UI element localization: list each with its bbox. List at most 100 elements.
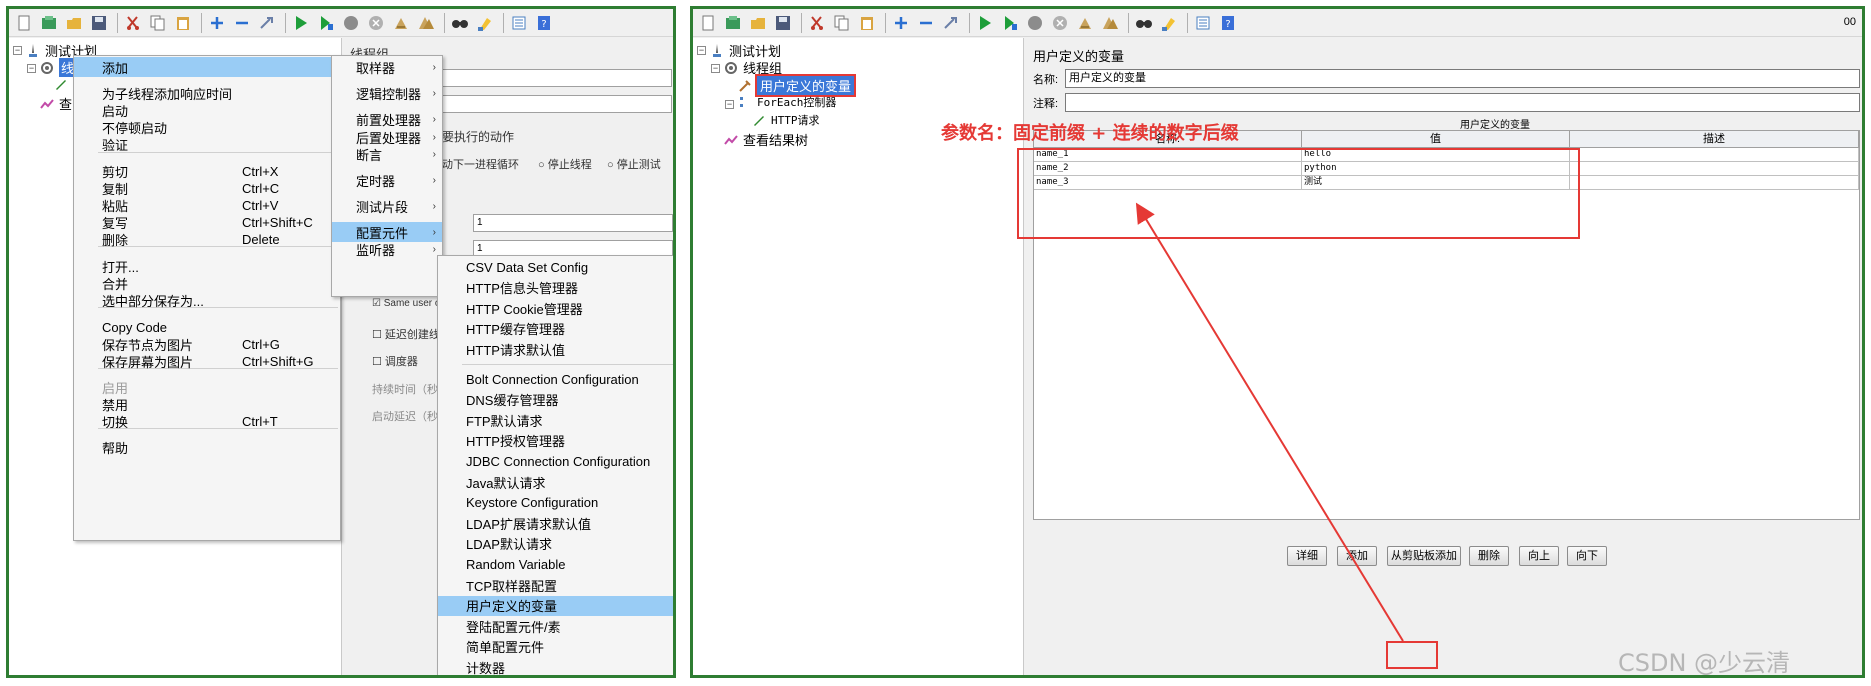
config-submenu-item[interactable]: FTP默认请求 — [438, 410, 673, 430]
add-submenu-item[interactable]: 前置处理器 › — [332, 109, 442, 129]
config-submenu-item[interactable]: HTTP信息头管理器 — [438, 278, 673, 298]
tree-node-view-results[interactable]: 查 — [39, 94, 72, 113]
radio-stop-thread[interactable]: ○ 停止线程 — [538, 156, 592, 172]
cut-icon[interactable] — [806, 12, 828, 34]
config-submenu-item[interactable]: TCP取样器配置 — [438, 575, 673, 595]
clear-icon[interactable] — [1074, 12, 1096, 34]
search-icon[interactable] — [449, 12, 471, 34]
add-submenu-item[interactable]: 取样器 › — [332, 57, 442, 77]
templates-icon[interactable] — [722, 12, 744, 34]
shutdown-icon[interactable] — [365, 12, 387, 34]
context-menu-item[interactable]: 验证 — [74, 134, 340, 154]
clear-all-icon[interactable] — [415, 12, 437, 34]
tree-node-child[interactable] — [53, 76, 73, 92]
shutdown-icon[interactable] — [1049, 12, 1071, 34]
config-submenu-item[interactable]: HTTP Cookie管理器 — [438, 298, 673, 318]
toggle-icon[interactable] — [940, 12, 962, 34]
comment-field[interactable] — [442, 95, 672, 113]
collapse-toggle[interactable]: − — [697, 46, 706, 55]
config-submenu-item[interactable]: Java默认请求 — [438, 472, 673, 492]
collapse-toggle[interactable]: − — [725, 100, 734, 109]
collapse-icon[interactable] — [915, 12, 937, 34]
move-up-button[interactable]: 向上 — [1519, 546, 1559, 566]
tree-node-view-results[interactable]: 查看结果树 — [723, 130, 808, 149]
context-menu-item[interactable]: 选中部分保存为... — [74, 290, 340, 310]
context-menu-item[interactable]: 删除 Delete — [74, 229, 340, 249]
help-icon[interactable]: ? — [533, 12, 555, 34]
new-icon[interactable] — [697, 12, 719, 34]
tree-node-thread-group[interactable]: 线程组 — [723, 58, 782, 77]
scheduler-checkbox[interactable]: ☐ 调度器 — [372, 353, 418, 369]
collapse-toggle[interactable]: − — [13, 46, 22, 55]
function-helper-icon[interactable] — [508, 12, 530, 34]
help-icon[interactable]: ? — [1217, 12, 1239, 34]
toggle-icon[interactable] — [256, 12, 278, 34]
context-menu-item[interactable]: 切换 Ctrl+T — [74, 411, 340, 431]
clear-all-icon[interactable] — [1099, 12, 1121, 34]
name-field[interactable] — [442, 69, 672, 87]
add-submenu-item[interactable]: 测试片段 › — [332, 196, 442, 216]
copy-icon[interactable] — [831, 12, 853, 34]
function-helper-icon[interactable] — [1192, 12, 1214, 34]
paste-icon[interactable] — [856, 12, 878, 34]
column-header-value[interactable]: 值 — [1302, 131, 1570, 148]
config-submenu-item[interactable]: JDBC Connection Configuration — [438, 451, 673, 471]
detail-button[interactable]: 详细 — [1287, 546, 1327, 566]
save-icon[interactable] — [772, 12, 794, 34]
delete-button[interactable]: 删除 — [1469, 546, 1509, 566]
context-menu-item[interactable]: 添加› — [74, 57, 340, 77]
context-menu-item[interactable]: 帮助 — [74, 437, 340, 457]
name-input[interactable]: 用户定义的变量 — [1065, 69, 1860, 88]
config-submenu-item[interactable]: HTTP缓存管理器 — [438, 319, 673, 339]
collapse-toggle[interactable]: − — [27, 64, 36, 73]
config-submenu-item[interactable]: CSV Data Set Config — [438, 257, 673, 277]
config-submenu-item[interactable]: 简单配置元件 — [438, 637, 673, 657]
collapse-icon[interactable] — [231, 12, 253, 34]
save-icon[interactable] — [88, 12, 110, 34]
same-user-checkbox[interactable]: ☑ Same user o — [372, 298, 440, 309]
reset-search-icon[interactable] — [474, 12, 496, 34]
add-button[interactable]: 添加 — [1337, 546, 1377, 566]
templates-icon[interactable] — [38, 12, 60, 34]
expand-icon[interactable] — [206, 12, 228, 34]
new-icon[interactable] — [13, 12, 35, 34]
table-cell-desc[interactable] — [1570, 162, 1859, 176]
start-icon[interactable] — [974, 12, 996, 34]
add-submenu-item[interactable]: 监听器 › — [332, 239, 442, 259]
config-submenu-item[interactable]: Keystore Configuration — [438, 493, 673, 513]
expand-icon[interactable] — [890, 12, 912, 34]
config-submenu-item[interactable]: HTTP授权管理器 — [438, 431, 673, 451]
column-header-desc[interactable]: 描述 — [1570, 131, 1859, 148]
start-no-pause-icon[interactable] — [999, 12, 1021, 34]
open-icon[interactable] — [747, 12, 769, 34]
tree-node-http-request[interactable]: HTTP请求 — [751, 112, 820, 128]
config-submenu-item[interactable]: 登陆配置元件/素 — [438, 616, 673, 636]
config-submenu-item[interactable]: DNS缓存管理器 — [438, 390, 673, 410]
copy-icon[interactable] — [147, 12, 169, 34]
table-cell-desc[interactable] — [1570, 176, 1859, 190]
start-no-pause-icon[interactable] — [315, 12, 337, 34]
config-submenu-item[interactable]: 用户定义的变量 — [438, 595, 673, 616]
paste-icon[interactable] — [172, 12, 194, 34]
stop-icon[interactable] — [1024, 12, 1046, 34]
config-submenu-item[interactable]: LDAP扩展请求默认值 — [438, 513, 673, 533]
config-submenu-item[interactable]: 计数器 — [438, 657, 673, 675]
add-submenu-item[interactable]: 定时器 › — [332, 170, 442, 190]
config-submenu-item[interactable]: Bolt Connection Configuration — [438, 369, 673, 389]
context-menu-item[interactable]: 保存屏幕为图片 Ctrl+Shift+G — [74, 351, 340, 371]
add-from-clipboard-button[interactable]: 从剪贴板添加 — [1387, 546, 1461, 566]
radio-stop-test[interactable]: ○ 停止测试 — [607, 156, 661, 172]
search-icon[interactable] — [1133, 12, 1155, 34]
collapse-toggle[interactable]: − — [711, 64, 720, 73]
config-submenu-item[interactable]: HTTP请求默认值 — [438, 339, 673, 359]
config-submenu-item[interactable]: Random Variable — [438, 554, 673, 574]
cut-icon[interactable] — [122, 12, 144, 34]
tree-node-thread-group[interactable]: 线 — [39, 58, 77, 77]
start-icon[interactable] — [290, 12, 312, 34]
tree-node-foreach[interactable]: ForEach控制器 — [737, 94, 836, 110]
config-submenu-item[interactable]: LDAP默认请求 — [438, 534, 673, 554]
add-submenu-item[interactable]: 逻辑控制器 › — [332, 83, 442, 103]
threads-input[interactable]: 1 — [473, 214, 673, 232]
open-icon[interactable] — [63, 12, 85, 34]
comment-input[interactable] — [1065, 93, 1860, 112]
